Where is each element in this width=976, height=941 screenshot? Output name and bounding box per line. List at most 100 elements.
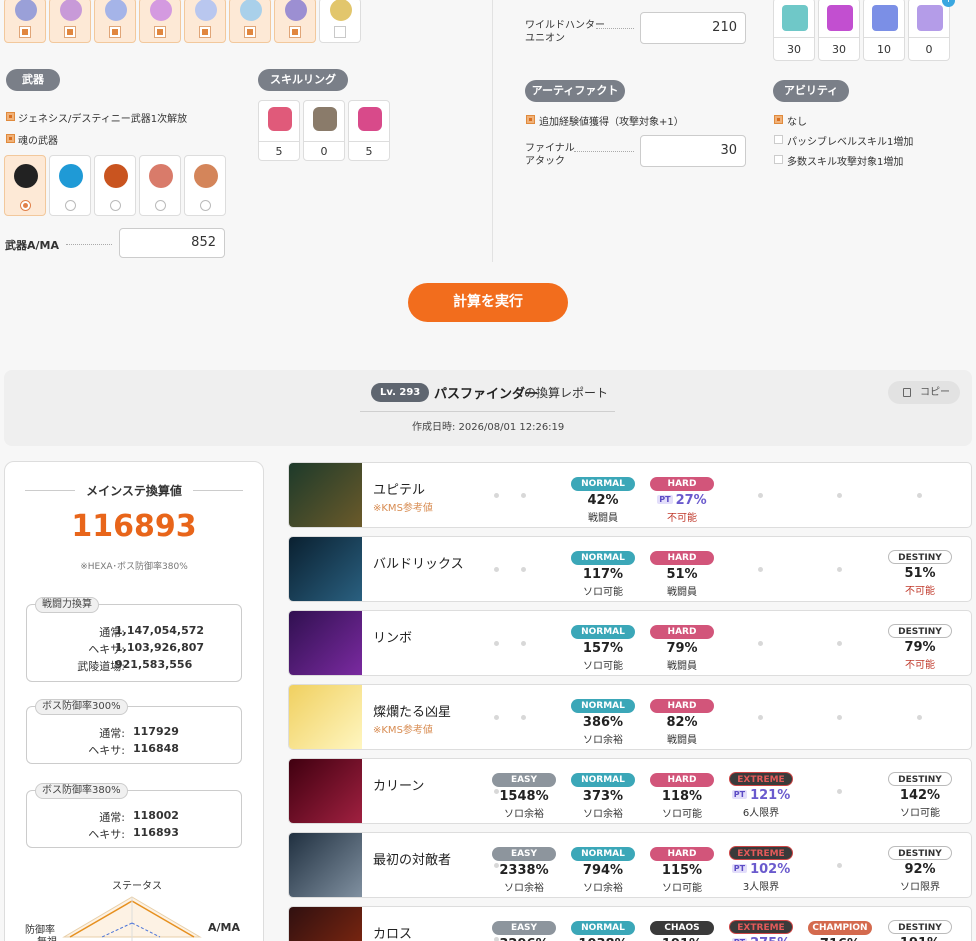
slot-checkbox[interactable] <box>334 26 346 38</box>
equipment-slot[interactable] <box>4 0 46 43</box>
slot-checkbox[interactable] <box>154 26 166 38</box>
equipment-slot[interactable] <box>184 0 226 43</box>
empty-cell-dot <box>521 567 526 572</box>
skillring-slot[interactable]: 5 <box>348 100 390 161</box>
clear-percent: 716% <box>807 937 873 941</box>
clear-percent: 1038% <box>570 937 636 941</box>
calculate-button[interactable]: 計算を実行 <box>408 283 568 322</box>
difficulty-cell[interactable]: NORMAL 157% ソロ可能 <box>570 619 636 672</box>
ring-value[interactable]: 5 <box>349 145 389 158</box>
equipment-slot[interactable] <box>229 0 271 43</box>
artifact-tag: アーティファクト <box>525 80 625 102</box>
difficulty-cell[interactable]: NORMAL 386% ソロ余裕 <box>570 693 636 746</box>
ability-passive-checkbox[interactable] <box>774 135 783 144</box>
ring-value[interactable]: 5 <box>259 145 299 158</box>
slot-checkbox[interactable] <box>289 26 301 38</box>
union-icon <box>872 5 898 31</box>
equipment-slot[interactable] <box>274 0 316 43</box>
union-value[interactable]: 30 <box>774 43 814 56</box>
difficulty-cell[interactable]: DESTINY 51% 不可能 <box>887 545 953 597</box>
equipment-slot[interactable] <box>49 0 91 43</box>
difficulty-cell[interactable]: HARD 51% 戦闘員 <box>649 545 715 598</box>
ability-none-checkbox[interactable] <box>774 115 783 124</box>
difficulty-cell[interactable]: NORMAL 1038% <box>570 915 636 941</box>
difficulty-cell[interactable]: NORMAL 42% 戦闘員 <box>570 471 636 524</box>
union-value[interactable]: 10 <box>864 43 904 56</box>
percent-value: 157% <box>582 641 624 656</box>
equipment-slot[interactable] <box>94 0 136 43</box>
slot-checkbox[interactable] <box>19 26 31 38</box>
union-slot[interactable]: 30 <box>818 0 860 61</box>
ability-multi-checkbox[interactable] <box>774 155 783 164</box>
difficulty-cell[interactable]: DESTINY 92% ソロ限界 <box>887 841 953 893</box>
report-header: Lv. 293 パスファインダー の換算レポート 作成日時: 2026/08/0… <box>4 370 972 446</box>
union-value[interactable]: 30 <box>819 43 859 56</box>
difficulty-cell[interactable]: DESTINY 191% <box>887 915 953 941</box>
difficulty-cell[interactable]: CHAOS 191% <box>649 915 715 941</box>
difficulty-cell[interactable]: HARD PT 27% 不可能 <box>649 471 715 524</box>
clear-status: 戦闘員 <box>667 661 697 672</box>
genesis-weapon-checkbox[interactable] <box>6 112 15 121</box>
soul-weapon-checkbox[interactable] <box>6 134 15 143</box>
difficulty-badge: HARD <box>650 551 714 565</box>
difficulty-cell[interactable]: NORMAL 117% ソロ可能 <box>570 545 636 598</box>
difficulty-cell[interactable]: EXTREME PT275% <box>728 915 794 941</box>
emblem-icon <box>195 0 217 21</box>
final-attack-input[interactable]: 30 <box>640 135 746 167</box>
percent-value: 79% <box>904 640 936 655</box>
difficulty-cell[interactable]: NORMAL 373% ソロ余裕 <box>570 767 636 820</box>
skillring-slot[interactable]: 0 <box>303 100 345 161</box>
difficulty-cell[interactable]: HARD 82% 戦闘員 <box>649 693 715 746</box>
union-input[interactable]: 210 <box>640 12 746 44</box>
weapon-ama-label: 武器A/MA <box>5 239 59 252</box>
artifact-exp-checkbox[interactable] <box>526 115 535 124</box>
weapon-radio[interactable] <box>65 200 76 211</box>
equipment-slot[interactable] <box>139 0 181 43</box>
weapon-radio[interactable] <box>110 200 121 211</box>
weapon-option[interactable] <box>184 155 226 216</box>
difficulty-cell[interactable]: NORMAL 794% ソロ余裕 <box>570 841 636 894</box>
difficulty-cell[interactable]: CHAMPION 716% <box>807 915 873 941</box>
difficulty-cell[interactable]: HARD 115% ソロ可能 <box>649 841 715 894</box>
ring-value[interactable]: 0 <box>304 145 344 158</box>
difficulty-cell[interactable]: HARD 118% ソロ可能 <box>649 767 715 820</box>
clear-percent: 79% <box>887 640 953 656</box>
slot-divider <box>774 37 814 38</box>
equipment-slot[interactable] <box>319 0 361 43</box>
difficulty-badge: EASY <box>492 847 556 861</box>
weapon-radio[interactable] <box>20 200 31 211</box>
difficulty-badge: EXTREME <box>729 772 793 786</box>
empty-cell-dot <box>758 493 763 498</box>
slot-checkbox[interactable] <box>109 26 121 38</box>
union-slot[interactable]: 10 <box>863 0 905 61</box>
weapon-radio[interactable] <box>200 200 211 211</box>
copy-icon <box>903 388 911 397</box>
weapon-option[interactable] <box>4 155 46 216</box>
difficulty-cell[interactable]: DESTINY 142% ソロ可能 <box>887 767 953 819</box>
weapon-radio[interactable] <box>155 200 166 211</box>
boss-row: リンボ NORMAL 157% ソロ可能 HARD 79% 戦闘員 DESTINY 79% 不可能 <box>288 610 972 676</box>
difficulty-cell[interactable]: EXTREME PT 102% 3人限界 <box>728 841 794 893</box>
slot-checkbox[interactable] <box>244 26 256 38</box>
copy-button[interactable]: コピー <box>888 381 960 404</box>
difficulty-cell[interactable]: HARD 79% 戦闘員 <box>649 619 715 672</box>
slot-checkbox[interactable] <box>199 26 211 38</box>
skillring-slot[interactable]: 5 <box>258 100 300 161</box>
union-value[interactable]: 0 <box>909 43 949 56</box>
empty-cell-dot <box>837 641 842 646</box>
difficulty-cell[interactable]: EXTREME PT 121% 6人限界 <box>728 767 794 819</box>
empty-cell-dot <box>494 493 499 498</box>
union-slot[interactable]: 30 <box>773 0 815 61</box>
weapon-ama-input[interactable]: 852 <box>119 228 225 258</box>
clear-percent: 2338% <box>491 863 557 879</box>
weapon-option[interactable] <box>94 155 136 216</box>
difficulty-cell[interactable]: EASY 2338% ソロ余裕 <box>491 841 557 894</box>
union-slot[interactable]: 0 <box>908 0 950 61</box>
slot-checkbox[interactable] <box>64 26 76 38</box>
weapon-option[interactable] <box>139 155 181 216</box>
difficulty-cell[interactable]: EASY 3296% <box>491 915 557 941</box>
difficulty-cell[interactable]: EASY 1548% ソロ余裕 <box>491 767 557 820</box>
copy-label: コピー <box>920 387 950 398</box>
weapon-option[interactable] <box>49 155 91 216</box>
difficulty-cell[interactable]: DESTINY 79% 不可能 <box>887 619 953 671</box>
